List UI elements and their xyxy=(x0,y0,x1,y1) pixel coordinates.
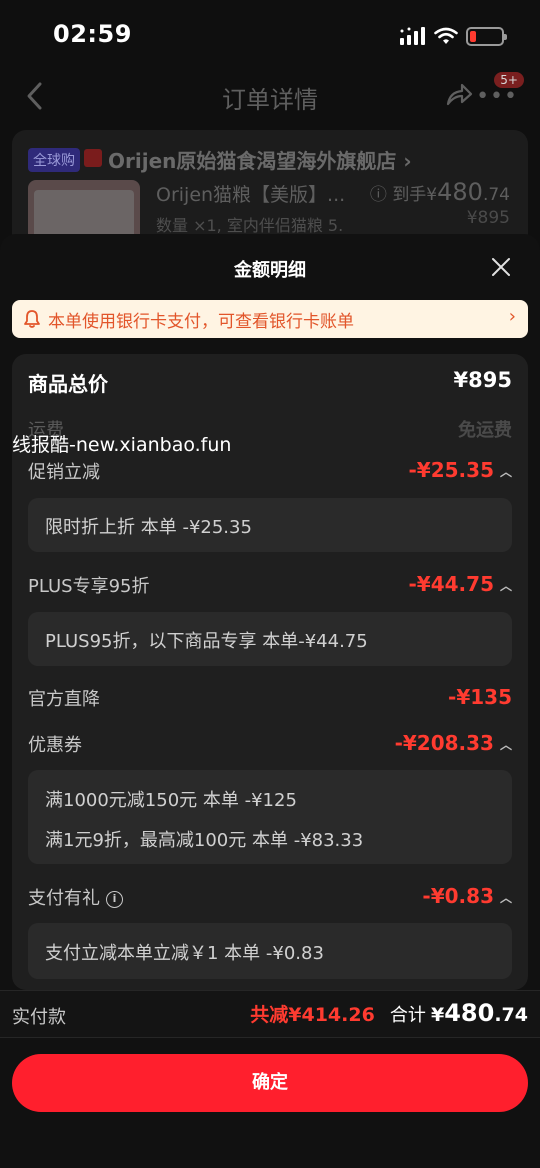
price-info-icon[interactable]: ⓘ xyxy=(370,185,387,205)
pay-gift-label: 支付有礼 i xyxy=(28,884,123,910)
promo-detail-box: 限时折上折 本单 -¥25.35 xyxy=(28,498,512,552)
total-label: 合计 xyxy=(389,1005,426,1026)
page-header: 订单详情 ••• 5+ xyxy=(0,70,540,122)
battery-icon xyxy=(466,26,507,46)
plus-label: PLUS专享95折 xyxy=(28,576,150,597)
more-badge: 5+ xyxy=(494,72,524,88)
shop-name-link[interactable]: Orijen原始猫食渴望海外旗舰店 › xyxy=(108,145,412,174)
plus-detail-line: PLUS95折，以下商品专享 本单-¥44.75 xyxy=(45,631,368,652)
plus-detail-box: PLUS95折，以下商品专享 本单-¥44.75 xyxy=(28,612,512,666)
plus-row[interactable]: PLUS专享95折 -¥44.75 ︿ xyxy=(28,572,512,604)
watermark-text: 线报酷-new.xianbao.fun xyxy=(12,434,232,456)
wifi-icon xyxy=(434,27,458,44)
confirm-button[interactable]: 确定 xyxy=(12,1054,528,1112)
official-discount-label: 官方直降 xyxy=(28,689,100,710)
shop-chevron-icon: › xyxy=(403,149,412,173)
promo-detail-line: 限时折上折 本单 -¥25.35 xyxy=(45,517,252,538)
goods-total-row: 商品总价 ¥895 xyxy=(28,368,512,400)
payment-summary-bar: 实付款 共减¥414.26 合计 ¥480.74 xyxy=(0,990,540,1038)
original-price: ¥895 xyxy=(466,208,510,228)
bank-card-notice[interactable]: 本单使用银行卡支付，可查看银行卡账单 › xyxy=(12,300,528,338)
product-name[interactable]: Orijen猫粮【美版】... xyxy=(156,180,345,207)
promo-label: 促销立减 xyxy=(28,462,100,483)
status-time: 02:59 xyxy=(53,20,132,48)
chevron-right-icon: › xyxy=(508,306,516,327)
coupon-detail-box: 满1000元减150元 本单 -¥125 满1元9折，最高减100元 本单 -¥… xyxy=(28,770,512,864)
shipping-value: 免运费 xyxy=(458,420,512,441)
share-icon[interactable] xyxy=(444,80,474,110)
official-discount-value: -¥135 xyxy=(448,685,512,709)
promo-value: -¥25.35 ︿ xyxy=(408,458,513,482)
notice-text: 本单使用银行卡支付，可查看银行卡账单 xyxy=(48,312,354,332)
chevron-up-icon: ︿ xyxy=(499,579,512,593)
sheet-title: 金额明细 xyxy=(234,260,306,281)
coupon-detail-line: 满1000元减150元 本单 -¥125 xyxy=(45,790,297,811)
final-price: ⓘ 到手¥480.74 xyxy=(369,178,510,206)
goods-total-value: ¥895 xyxy=(453,368,512,392)
coupon-row[interactable]: 优惠券 -¥208.33 ︿ xyxy=(28,731,512,763)
chevron-up-icon: ︿ xyxy=(499,465,512,479)
signal-icon xyxy=(400,27,425,45)
payment-summary: 共减¥414.26 合计 ¥480.74 xyxy=(250,999,528,1027)
coupon-detail-line: 满1元9折，最高减100元 本单 -¥83.33 xyxy=(45,830,364,851)
pay-gift-row[interactable]: 支付有礼 i -¥0.83 ︿ xyxy=(28,884,512,916)
actual-payment-label: 实付款 xyxy=(12,1007,66,1028)
chevron-up-icon: ︿ xyxy=(499,738,512,752)
coupon-value: -¥208.33 ︿ xyxy=(394,731,512,755)
total-reduction: 共减¥414.26 xyxy=(250,1004,375,1026)
shop-logo-icon xyxy=(84,149,102,167)
status-icons xyxy=(400,26,507,46)
global-purchase-tag: 全球购 xyxy=(28,148,80,172)
goods-total-label: 商品总价 xyxy=(28,372,108,396)
product-spec: 数量 ×1, 室内伴侣猫粮 5. xyxy=(156,216,344,235)
plus-value: -¥44.75 ︿ xyxy=(408,572,513,596)
total-amount: ¥480.74 xyxy=(430,999,528,1027)
pay-gift-detail-line: 支付立减本单立减￥1 本单 -¥0.83 xyxy=(45,943,324,964)
bell-icon xyxy=(24,310,40,328)
status-bar: 02:59 xyxy=(0,0,540,70)
official-discount-row: 官方直降 -¥135 xyxy=(28,685,512,717)
coupon-label: 优惠券 xyxy=(28,735,82,756)
close-icon[interactable] xyxy=(490,256,512,278)
shop-name: Orijen原始猫食渴望海外旗舰店 xyxy=(108,149,397,173)
chevron-up-icon: ︿ xyxy=(499,891,512,905)
pay-gift-detail-box: 支付立减本单立减￥1 本单 -¥0.83 xyxy=(28,923,512,979)
promo-row[interactable]: 促销立减 -¥25.35 ︿ xyxy=(28,458,512,490)
amount-detail-sheet: 金额明细 本单使用银行卡支付，可查看银行卡账单 › 商品总价 ¥895 运费 免… xyxy=(0,234,540,1168)
info-icon[interactable]: i xyxy=(106,890,123,908)
pay-gift-value: -¥0.83 ︿ xyxy=(422,884,512,908)
